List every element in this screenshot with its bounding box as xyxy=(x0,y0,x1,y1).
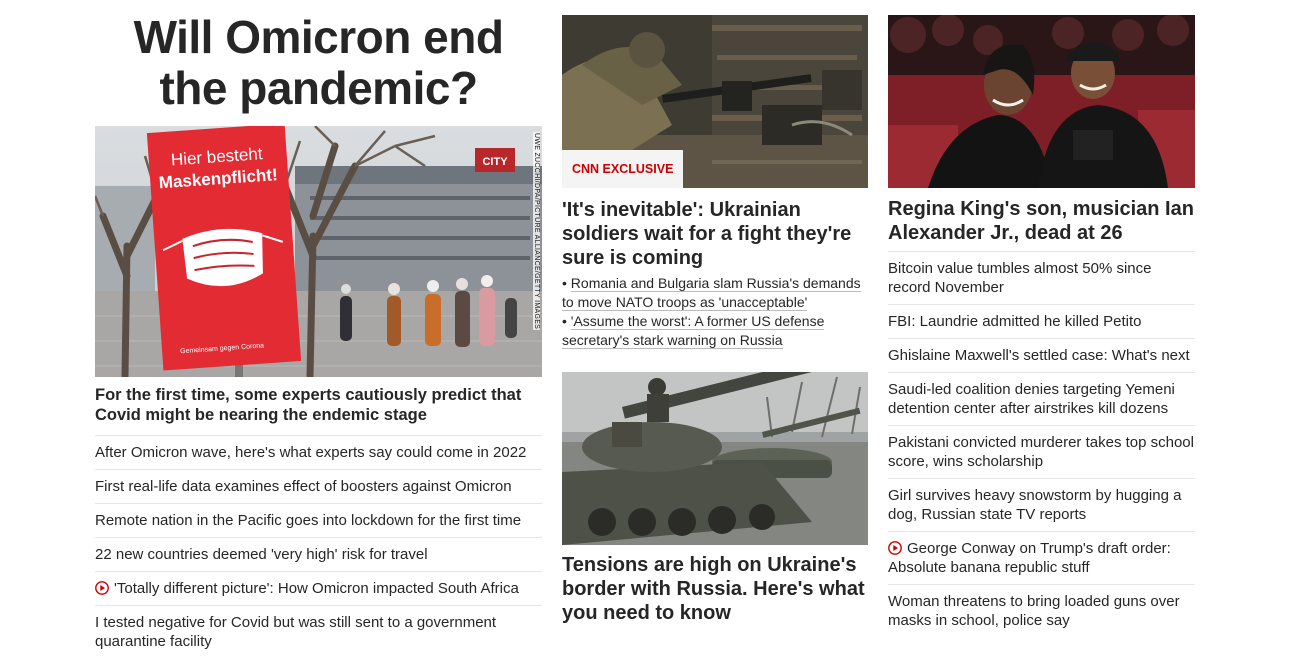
list-item[interactable]: Saudi-led coalition denies targeting Yem… xyxy=(888,372,1195,425)
mask-sign-photo[interactable]: CITY Hier besteht Maskenpflicht! Gemeins… xyxy=(95,126,542,377)
play-circle-icon xyxy=(95,581,109,595)
list-item[interactable]: Bitcoin value tumbles almost 50% since r… xyxy=(888,252,1195,304)
ukrainian-soldiers-photo[interactable]: CNN EXCLUSIVE xyxy=(562,15,868,188)
list-item-video[interactable]: 'Totally different picture': How Omicron… xyxy=(95,571,542,605)
latest-link-list: Bitcoin value tumbles almost 50% since r… xyxy=(888,252,1195,637)
story1-bullet[interactable]: • 'Assume the worst': A former US defens… xyxy=(562,312,868,350)
list-item[interactable]: Pakistani convicted murderer takes top s… xyxy=(888,425,1195,478)
list-item[interactable]: Girl survives heavy snowstorm by hugging… xyxy=(888,478,1195,531)
list-item[interactable]: 22 new countries deemed 'very high' risk… xyxy=(95,537,542,571)
store-sign-text: CITY xyxy=(482,156,508,168)
list-item[interactable]: Ghislaine Maxwell's settled case: What's… xyxy=(888,338,1195,372)
list-item[interactable]: Woman threatens to bring loaded guns ove… xyxy=(888,584,1195,637)
list-item[interactable]: After Omicron wave, here's what experts … xyxy=(95,436,542,469)
ukraine-zone: CNN EXCLUSIVE 'It's inevitable': Ukraini… xyxy=(562,0,868,625)
play-circle-icon xyxy=(888,541,902,555)
tanks-image xyxy=(562,372,868,545)
tanks-photo[interactable] xyxy=(562,372,868,545)
regina-king-image xyxy=(888,15,1195,188)
list-item-label: George Conway on Trump's draft order: Ab… xyxy=(888,540,1171,576)
latest-zone: Regina King's son, musician Ian Alexande… xyxy=(888,0,1195,637)
list-item[interactable]: First real-life data examines effect of … xyxy=(95,469,542,503)
mask-sign-image: CITY Hier besteht Maskenpflicht! Gemeins… xyxy=(95,126,542,377)
bullet-label: 'Assume the worst': A former US defense … xyxy=(562,313,825,349)
regina-king-photo[interactable] xyxy=(888,15,1195,188)
list-item-video[interactable]: George Conway on Trump's draft order: Ab… xyxy=(888,531,1195,584)
list-item[interactable]: Remote nation in the Pacific goes into l… xyxy=(95,503,542,537)
list-item[interactable]: FBI: Laundrie admitted he killed Petito xyxy=(888,304,1195,338)
story2-headline[interactable]: Tensions are high on Ukraine's border wi… xyxy=(562,553,868,625)
bullet-label: Romania and Bulgaria slam Russia's deman… xyxy=(562,275,861,311)
photo-credit: UWE ZUCCHI/DPA/PICTURE ALLIANCE/GETTY IM… xyxy=(533,132,540,331)
exclusive-badge: CNN EXCLUSIVE xyxy=(562,150,684,188)
omicron-link-list: After Omicron wave, here's what experts … xyxy=(95,436,542,658)
omicron-zone: Will Omicron end the pandemic? CITY Hier… xyxy=(95,0,542,658)
list-item-label: 'Totally different picture': How Omicron… xyxy=(114,580,519,597)
right-headline[interactable]: Regina King's son, musician Ian Alexande… xyxy=(888,197,1195,245)
story1-headline[interactable]: 'It's inevitable': Ukrainian soldiers wa… xyxy=(562,198,868,270)
lead-subheadline[interactable]: For the first time, some experts cautiou… xyxy=(95,385,542,425)
story1-bullet[interactable]: • Romania and Bulgaria slam Russia's dem… xyxy=(562,274,868,312)
list-item[interactable]: I tested negative for Covid but was stil… xyxy=(95,605,542,658)
main-headline[interactable]: Will Omicron end the pandemic? xyxy=(95,12,542,114)
